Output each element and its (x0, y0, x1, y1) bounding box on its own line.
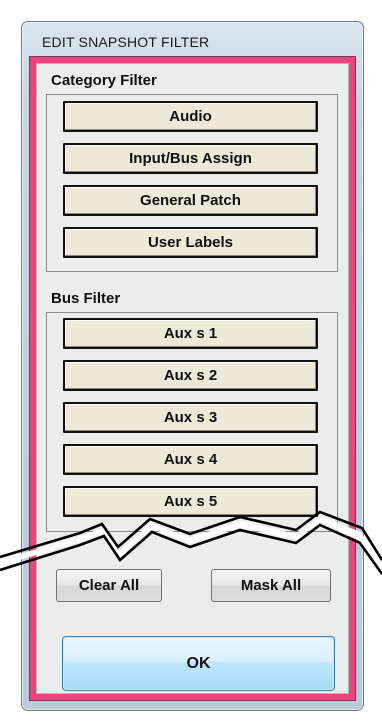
category-audio-button[interactable]: Audio (63, 101, 318, 132)
category-input-bus-assign-button[interactable]: Input/Bus Assign (63, 143, 318, 174)
mask-all-button[interactable]: Mask All (211, 569, 331, 602)
bus-aux-5-button[interactable]: Aux s 5 (63, 486, 318, 517)
category-general-patch-button[interactable]: General Patch (63, 185, 318, 216)
snapshot-filter-dialog: EDIT SNAPSHOT FILTER Category Filter Aud… (21, 21, 364, 711)
bus-aux-4-button[interactable]: Aux s 4 (63, 444, 318, 475)
bus-aux-1-button[interactable]: Aux s 1 (63, 318, 318, 349)
category-user-labels-button[interactable]: User Labels (63, 227, 318, 258)
category-filter-label: Category Filter (51, 72, 157, 89)
category-filter-group: Audio Input/Bus Assign General Patch Use… (46, 94, 338, 272)
clear-all-button[interactable]: Clear All (56, 569, 162, 602)
bus-filter-group: Aux s 1 Aux s 2 Aux s 3 Aux s 4 Aux s 5 (46, 312, 338, 532)
highlight-frame: Category Filter Audio Input/Bus Assign G… (29, 56, 356, 701)
ok-button[interactable]: OK (62, 636, 335, 691)
bus-aux-2-button[interactable]: Aux s 2 (63, 360, 318, 391)
dialog-body: Category Filter Audio Input/Bus Assign G… (36, 63, 349, 694)
dialog-title: EDIT SNAPSHOT FILTER (42, 34, 210, 50)
bus-filter-label: Bus Filter (51, 290, 121, 307)
bus-aux-3-button[interactable]: Aux s 3 (63, 402, 318, 433)
